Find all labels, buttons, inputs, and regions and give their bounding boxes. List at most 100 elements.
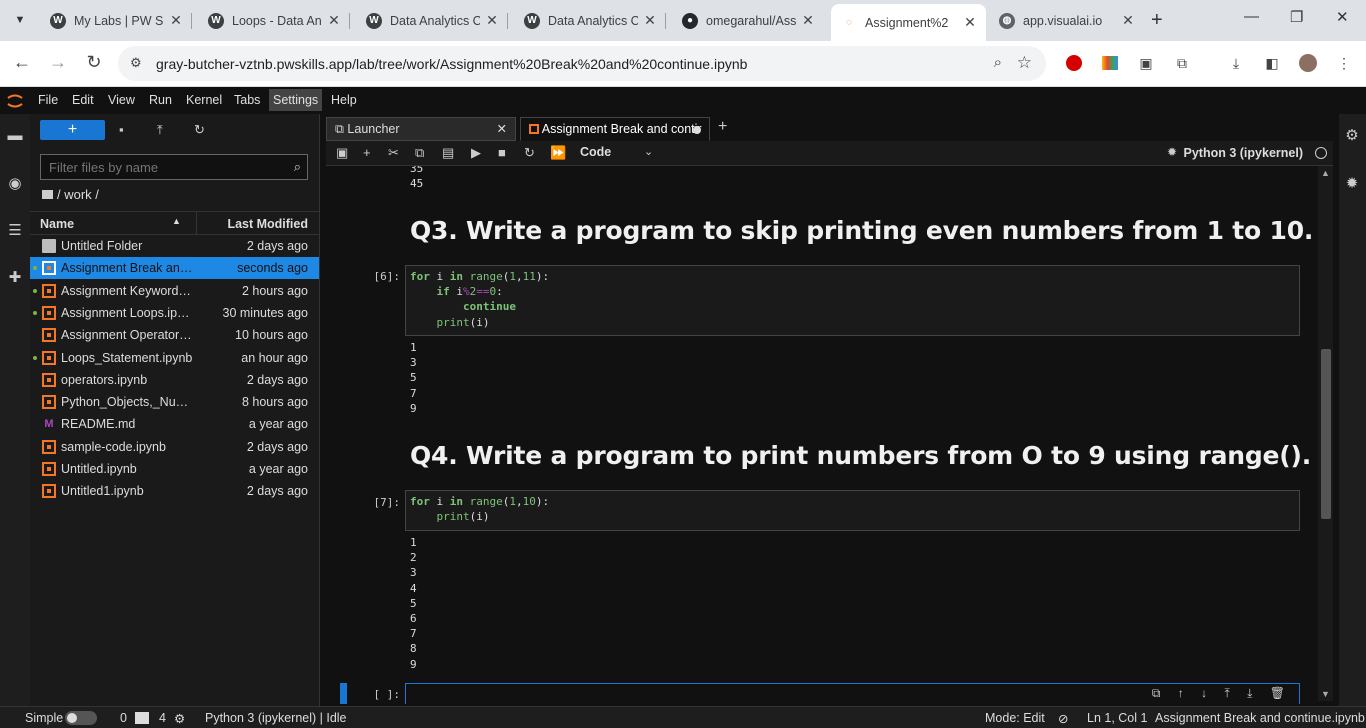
browser-menu-icon[interactable]: ⋮: [1335, 54, 1353, 72]
refresh-icon[interactable]: ↻: [194, 122, 205, 138]
downloads-icon[interactable]: ⤓: [1227, 54, 1245, 72]
breadcrumb[interactable]: / work /: [42, 187, 99, 202]
bookmark-star-icon[interactable]: ☆: [1017, 53, 1032, 73]
file-row[interactable]: Assignment Break and continue.ipynb secon…: [30, 257, 319, 280]
insert-above-icon[interactable]: ⤒: [1224, 686, 1229, 700]
file-row[interactable]: Python_Objects,_Numbers.ipynb 8 hours ago: [30, 391, 319, 413]
upload-icon[interactable]: ⤒: [157, 122, 163, 138]
file-row[interactable]: sample-code.ipynb 2 days ago: [30, 436, 319, 458]
restart-run-all-icon[interactable]: ⏩: [550, 145, 566, 161]
minimize-button[interactable]: —: [1244, 8, 1259, 25]
menu-kernel[interactable]: Kernel: [182, 93, 226, 107]
menu-settings[interactable]: Settings: [269, 89, 323, 111]
code-cell-7[interactable]: for i in range(1,10): print(i): [405, 490, 1300, 531]
extension-red-icon[interactable]: [1065, 54, 1083, 72]
browser-tab[interactable]: W Data Analytics C ✕: [356, 6, 508, 35]
scroll-up-icon[interactable]: ▲: [1321, 168, 1330, 178]
new-launcher-button[interactable]: +: [40, 120, 105, 140]
move-up-icon[interactable]: ↑: [1178, 686, 1184, 700]
debugger-icon[interactable]: ✹: [1343, 174, 1361, 192]
close-tab-icon[interactable]: ✕: [168, 12, 184, 29]
sort-ascending-icon[interactable]: ▲: [172, 216, 181, 226]
maximize-button[interactable]: ❐: [1290, 8, 1303, 26]
move-down-icon[interactable]: ↓: [1201, 686, 1207, 700]
chevron-down-icon[interactable]: ⌄: [644, 145, 653, 158]
browser-tab[interactable]: W Loops - Data An ✕: [198, 6, 350, 35]
code-editor[interactable]: for i in range(1,10): print(i): [406, 491, 1299, 527]
menu-file[interactable]: File: [34, 93, 62, 107]
zoom-icon[interactable]: ⌕: [994, 54, 1002, 71]
column-modified-header[interactable]: Last Modified: [227, 217, 308, 231]
tab-notebook[interactable]: Assignment Break and contir: [520, 117, 710, 141]
column-name-header[interactable]: Name: [40, 217, 74, 231]
menu-help[interactable]: Help: [327, 93, 361, 107]
insert-below-icon[interactable]: ⤓: [1247, 686, 1252, 700]
add-tab-button[interactable]: +: [718, 118, 727, 136]
back-button[interactable]: ←: [10, 52, 34, 73]
extension-manager-icon[interactable]: ✚: [6, 268, 24, 286]
menu-run[interactable]: Run: [145, 93, 176, 107]
unsaved-dot-icon[interactable]: [693, 126, 701, 134]
side-panel-icon[interactable]: ◧: [1263, 54, 1281, 72]
tab-search-button[interactable]: ▼: [8, 8, 32, 32]
extensions-puzzle-icon[interactable]: ⧉: [1173, 54, 1191, 72]
scrollbar-thumb[interactable]: [1321, 349, 1331, 519]
kernel-status[interactable]: Python 3 (ipykernel) | Idle: [205, 711, 347, 725]
debugger-bug-icon[interactable]: ✹: [1167, 145, 1177, 159]
close-tab-icon[interactable]: ✕: [326, 12, 342, 29]
breadcrumb-path[interactable]: / work /: [57, 187, 99, 202]
notification-icon[interactable]: ⊘: [1058, 711, 1068, 726]
file-row[interactable]: Assignment Operators.ipynb 10 hours ago: [30, 324, 319, 346]
stop-icon[interactable]: ■: [498, 145, 506, 160]
browser-tab[interactable]: W Data Analytics C ✕: [514, 6, 666, 35]
new-tab-button[interactable]: +: [1151, 9, 1163, 32]
property-inspector-icon[interactable]: ⚙: [1343, 126, 1361, 144]
kernel-gear-icon[interactable]: ⚙: [174, 711, 185, 726]
kernel-count[interactable]: 4: [159, 711, 166, 725]
delete-cell-icon[interactable]: 🗑: [1270, 686, 1285, 700]
paste-icon[interactable]: ▤: [442, 145, 454, 161]
browser-tab[interactable]: ◌ Assignment%2 ✕: [831, 4, 986, 41]
terminal-icon[interactable]: [135, 712, 149, 724]
file-row[interactable]: Untitled Folder 2 days ago: [30, 235, 319, 257]
copy-icon[interactable]: ⧉: [415, 145, 424, 161]
column-divider[interactable]: [196, 212, 197, 235]
close-tab-icon[interactable]: ✕: [800, 12, 816, 29]
close-tab-icon[interactable]: ✕: [497, 118, 507, 140]
simple-mode-toggle[interactable]: [65, 711, 97, 725]
close-tab-icon[interactable]: ✕: [484, 12, 500, 29]
table-of-contents-icon[interactable]: ☰: [6, 221, 24, 239]
close-tab-icon[interactable]: ✕: [1120, 12, 1136, 29]
tab-launcher[interactable]: ⧉ Launcher ✕: [326, 117, 516, 141]
address-bar[interactable]: ⚙ gray-butcher-vztnb.pwskills.app/lab/tr…: [118, 46, 1046, 81]
empty-code-cell[interactable]: ⧉ ↑ ↓ ⤒ ⤓ 🗑: [405, 683, 1300, 704]
code-cell-6[interactable]: for i in range(1,11): if i%2==0: continu…: [405, 265, 1300, 336]
file-row[interactable]: Assignment Loops.ipynb 30 minutes ago: [30, 302, 319, 324]
browser-tab[interactable]: ● omegarahul/Ass ✕: [672, 6, 824, 35]
browser-tab[interactable]: W My Labs | PW Sk ✕: [40, 6, 192, 35]
menu-tabs[interactable]: Tabs: [230, 93, 264, 107]
restart-icon[interactable]: ↻: [524, 145, 535, 161]
notebook-scrollbar[interactable]: ▲ ▼: [1318, 166, 1333, 701]
browser-tab[interactable]: ◍ app.visualai.io ✕: [989, 6, 1144, 35]
terminal-count[interactable]: 0: [120, 711, 127, 725]
cursor-position[interactable]: Ln 1, Col 1: [1087, 711, 1147, 725]
cell-type-select[interactable]: Code: [580, 145, 611, 159]
profile-avatar[interactable]: [1299, 54, 1317, 72]
file-row[interactable]: M README.md a year ago: [30, 413, 319, 435]
insert-cell-icon[interactable]: +: [363, 145, 371, 160]
file-filter-input[interactable]: [41, 155, 281, 179]
extension-window-icon[interactable]: ▣: [1137, 54, 1155, 72]
new-folder-icon[interactable]: ▪: [119, 122, 124, 137]
menu-edit[interactable]: Edit: [68, 93, 98, 107]
code-editor[interactable]: for i in range(1,11): if i%2==0: continu…: [406, 266, 1299, 333]
reload-button[interactable]: ↻: [82, 52, 106, 73]
save-icon[interactable]: ▣: [336, 145, 348, 161]
site-info-icon[interactable]: ⚙: [130, 55, 142, 71]
extension-colorful-icon[interactable]: [1101, 54, 1119, 72]
forward-button[interactable]: →: [46, 52, 70, 73]
running-sessions-icon[interactable]: ◉: [6, 174, 24, 192]
file-row[interactable]: operators.ipynb 2 days ago: [30, 369, 319, 391]
close-tab-icon[interactable]: ✕: [642, 12, 658, 29]
file-row[interactable]: Untitled.ipynb a year ago: [30, 458, 319, 480]
